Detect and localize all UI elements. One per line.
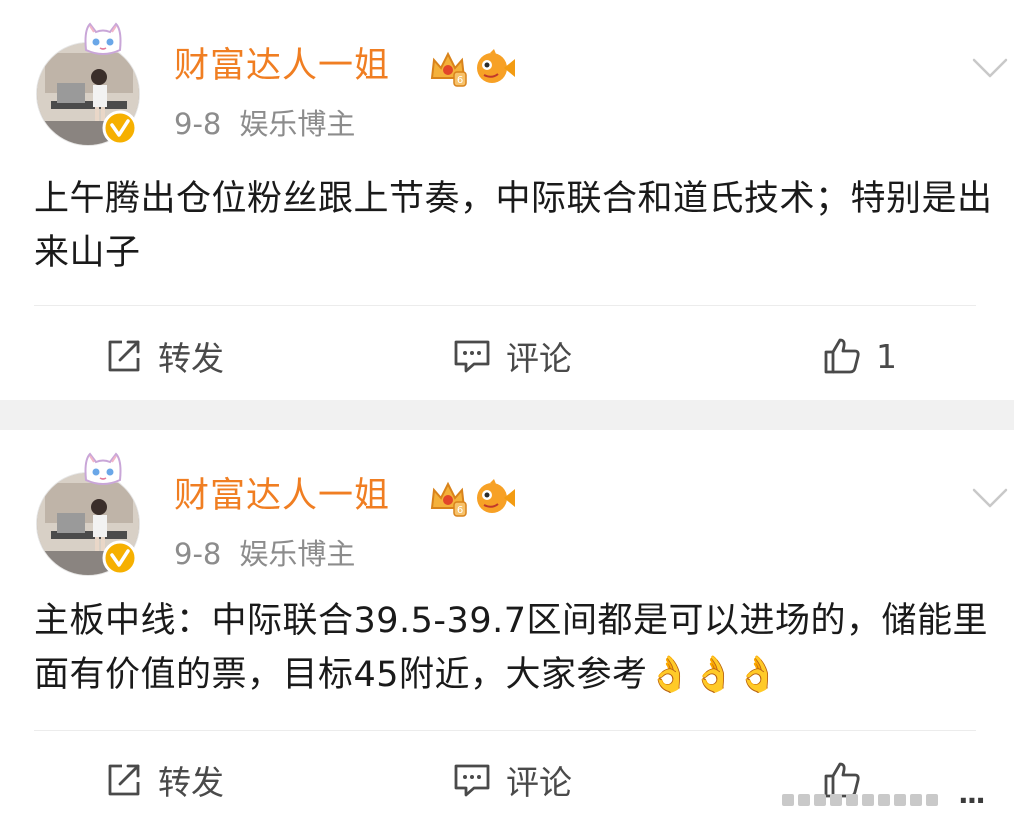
like-count: 1: [876, 336, 897, 376]
post-separator: [0, 400, 1014, 430]
like-button[interactable]: 1: [822, 326, 897, 386]
post-text[interactable]: 主板中线：中际联合39.5-39.7区间都是可以进场的，储能里面有价值的票，目标…: [34, 594, 1009, 702]
comment-label: 评论: [506, 763, 572, 802]
author-name[interactable]: 财富达人一姐: [174, 44, 390, 88]
fish-badge-icon[interactable]: [472, 47, 516, 87]
chevron-down-icon[interactable]: [970, 486, 1010, 510]
post-actions: 转发 评论 1: [0, 326, 1014, 386]
cat-avatar-frame-icon: [84, 22, 122, 55]
avatar-container[interactable]: [36, 452, 140, 576]
weibo-post: 财富达人一姐 6 9-8 娱乐博主 上午腾出仓位粉丝跟上节奏，中际联合和道氏技术；…: [0, 0, 1014, 400]
comment-button[interactable]: 评论: [452, 750, 572, 810]
avatar-container[interactable]: [36, 22, 140, 146]
watermark: ...: [782, 770, 1012, 810]
post-date: 9-8: [174, 107, 222, 141]
post-source: 娱乐博主: [239, 107, 356, 141]
repost-label: 转发: [158, 763, 224, 802]
chevron-down-icon[interactable]: [970, 56, 1010, 80]
comment-icon: [454, 764, 490, 797]
watermark-pattern-icon: [782, 794, 938, 806]
repost-label: 转发: [158, 339, 224, 378]
weibo-post: 财富达人一姐 6 9-8 娱乐博主 主板中线：中际联合39.5-39.7区间都是可…: [0, 430, 1014, 818]
post-date: 9-8: [174, 537, 222, 571]
crown-level-icon[interactable]: 6: [428, 478, 468, 518]
divider: [34, 730, 976, 731]
watermark-text: ...: [958, 777, 986, 810]
svg-text:6: 6: [457, 75, 463, 86]
repost-button[interactable]: 转发: [104, 326, 224, 386]
author-name[interactable]: 财富达人一姐: [174, 474, 390, 518]
divider: [34, 305, 976, 306]
comment-icon: [454, 340, 490, 373]
repost-button[interactable]: 转发: [104, 750, 224, 810]
crown-level-icon[interactable]: 6: [428, 48, 468, 88]
post-text[interactable]: 上午腾出仓位粉丝跟上节奏，中际联合和道氏技术；特别是出来山子: [34, 172, 1009, 280]
post-meta: 9-8 娱乐博主: [174, 104, 355, 144]
comment-label: 评论: [506, 339, 572, 378]
comment-button[interactable]: 评论: [452, 326, 572, 386]
cat-avatar-frame-icon: [84, 452, 122, 485]
fish-badge-icon[interactable]: [472, 477, 516, 517]
repost-icon: [108, 340, 140, 372]
verified-badge-icon: [102, 540, 138, 576]
svg-text:6: 6: [457, 505, 463, 516]
post-meta: 9-8 娱乐博主: [174, 534, 355, 574]
post-source: 娱乐博主: [239, 537, 356, 571]
thumbs-up-icon: [824, 338, 860, 374]
verified-badge-icon: [102, 110, 138, 146]
weibo-feed: 财富达人一姐 6 9-8 娱乐博主 上午腾出仓位粉丝跟上节奏，中际联合和道氏技术；…: [0, 0, 1014, 818]
repost-icon: [108, 764, 140, 796]
